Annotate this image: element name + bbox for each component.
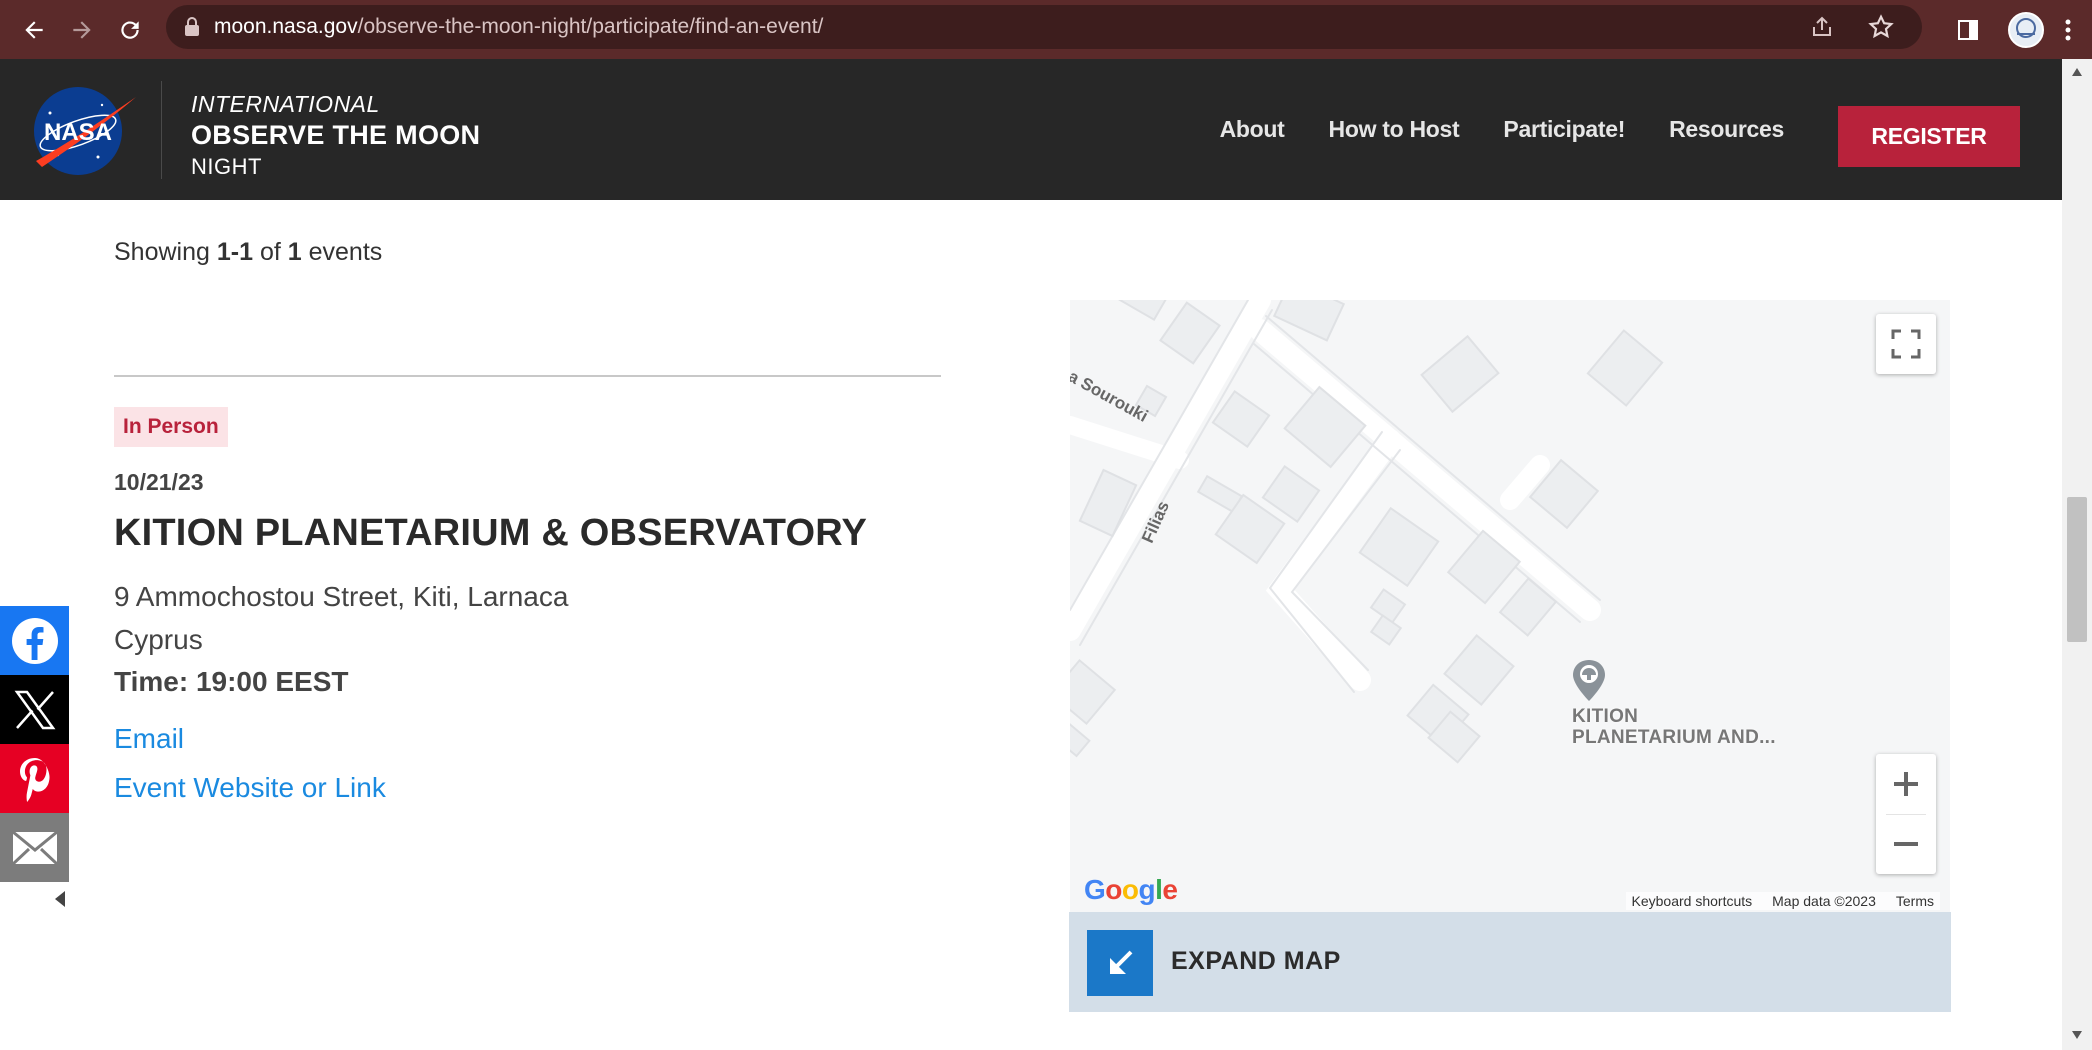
zoom-out-button[interactable] — [1876, 814, 1936, 874]
forward-button[interactable] — [58, 6, 106, 54]
brand-line-night: NIGHT — [191, 154, 262, 179]
map-zoom-control — [1876, 754, 1936, 874]
browser-toolbar: moon.nasa.gov/observe-the-moon-night/par… — [0, 0, 2092, 59]
share-email-button[interactable] — [0, 813, 69, 882]
zoom-in-button[interactable] — [1876, 754, 1936, 814]
event-map[interactable]: ea Sourouki Filias KITION PLANETARIUM AN… — [1070, 300, 1950, 912]
bookmark-star-icon[interactable] — [1868, 14, 1894, 40]
back-button[interactable] — [10, 6, 58, 54]
site-header: NASA INTERNATIONAL OBSERVE THE MOON NIGH… — [0, 59, 2062, 200]
results-total: 1 — [287, 238, 302, 266]
terms-link[interactable]: Terms — [1896, 893, 1934, 909]
expand-map-icon-box — [1087, 930, 1153, 996]
page-scrollbar[interactable] — [2062, 59, 2092, 1050]
keyboard-shortcuts-link[interactable]: Keyboard shortcuts — [1632, 893, 1753, 909]
fullscreen-icon — [1891, 329, 1921, 359]
marker-label-line2: PLANETARIUM AND... — [1572, 727, 1776, 748]
lock-icon — [184, 17, 200, 37]
brand-line-observe: OBSERVE THE MOON — [191, 120, 481, 150]
map-marker[interactable] — [1567, 658, 1611, 713]
share-facebook-button[interactable] — [0, 606, 69, 675]
nasa-logo-text: NASA — [44, 119, 112, 146]
arrow-down-left-icon — [1110, 950, 1133, 974]
address-bar[interactable]: moon.nasa.gov/observe-the-moon-night/par… — [166, 5, 1922, 49]
showing-prefix: Showing — [114, 238, 210, 266]
email-icon — [11, 830, 58, 865]
map-fullscreen-button[interactable] — [1876, 314, 1936, 374]
page-content: Showing 1-1 of 1 events In Person 10/21/… — [0, 200, 2062, 1050]
results-of: of — [259, 238, 281, 266]
expand-map-label: EXPAND MAP — [1171, 947, 1341, 975]
x-icon — [14, 690, 55, 729]
results-count: Showing 1-1 of 1 events — [114, 238, 382, 267]
map-marker-label: KITION PLANETARIUM AND... — [1572, 706, 1776, 748]
share-collapse-button[interactable] — [53, 890, 67, 908]
map-attribution: Keyboard shortcuts Map data ©2023 Terms — [1625, 892, 1940, 910]
reload-icon — [121, 20, 139, 39]
site-brand[interactable]: INTERNATIONAL OBSERVE THE MOON NIGHT — [191, 89, 480, 182]
marker-label-line1: KITION — [1572, 706, 1639, 727]
scrollbar-thumb[interactable] — [2067, 497, 2087, 642]
results-suffix: events — [308, 238, 383, 266]
pinterest-icon — [19, 757, 49, 802]
nav-about[interactable]: About — [1220, 116, 1285, 143]
url-domain: moon.nasa.gov — [214, 15, 358, 38]
url-path: /observe-the-moon-night/participate/find… — [357, 15, 824, 38]
share-x-button[interactable] — [0, 675, 69, 744]
event-title: KITION PLANETARIUM & OBSERVATORY — [114, 512, 868, 554]
event-website-link[interactable]: Event Website or Link — [114, 772, 386, 804]
arrow-left-icon — [25, 20, 43, 39]
event-date: 10/21/23 — [114, 469, 204, 495]
register-button[interactable]: REGISTER — [1838, 106, 2020, 167]
plus-icon — [1894, 772, 1918, 796]
expand-map-button[interactable]: EXPAND MAP — [1069, 912, 1951, 1012]
list-divider — [114, 375, 941, 377]
event-email-link[interactable]: Email — [114, 723, 184, 755]
scroll-down-icon[interactable] — [2071, 1030, 2083, 1040]
share-bar — [0, 606, 69, 882]
event-type-badge: In Person — [114, 407, 228, 447]
browser-menu-icon[interactable] — [2064, 18, 2072, 42]
zoom-separator — [1886, 814, 1926, 815]
minus-icon — [1894, 842, 1918, 846]
brand-line-international: INTERNATIONAL — [191, 91, 380, 117]
event-address-country: Cyprus — [114, 624, 203, 655]
url-text: moon.nasa.gov/observe-the-moon-night/par… — [214, 15, 823, 39]
side-panel-icon[interactable] — [1956, 18, 1980, 42]
nav-how-to-host[interactable]: How to Host — [1329, 116, 1460, 143]
header-divider — [161, 81, 162, 179]
arrow-right-icon — [73, 20, 91, 39]
google-logo[interactable]: Google — [1084, 874, 1178, 906]
facebook-icon — [11, 617, 58, 664]
nasa-logo[interactable]: NASA — [28, 83, 138, 177]
event-time: Time: 19:00 EEST — [114, 666, 349, 697]
share-pinterest-button[interactable] — [0, 744, 69, 813]
map-tiles — [1070, 300, 1664, 764]
nav-participate[interactable]: Participate! — [1503, 116, 1625, 143]
reload-button[interactable] — [106, 6, 154, 54]
event-address-street: 9 Ammochostou Street, Kiti, Larnaca — [114, 581, 569, 612]
scroll-up-icon[interactable] — [2071, 67, 2083, 77]
caret-left-icon — [55, 891, 65, 907]
share-page-icon[interactable] — [1810, 15, 1834, 39]
map-pin-icon — [1573, 660, 1605, 701]
main-nav: About How to Host Participate! Resources — [1220, 59, 1785, 200]
map-data-label: Map data ©2023 — [1772, 893, 1876, 909]
nav-resources[interactable]: Resources — [1669, 116, 1784, 143]
results-range: 1-1 — [216, 238, 253, 266]
profile-avatar[interactable] — [2008, 11, 2044, 48]
